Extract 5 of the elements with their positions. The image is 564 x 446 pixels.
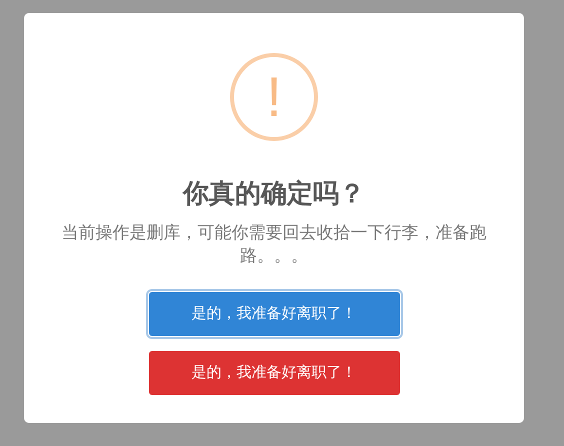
warning-icon: ! — [230, 53, 318, 141]
dialog-message: 当前操作是删库，可能你需要回去收拾一下行李，准备跑路。。。 — [60, 222, 488, 267]
confirm-button[interactable]: 是的，我准备好离职了！ — [148, 351, 400, 395]
dialog-title: 你真的确定吗？ — [183, 177, 365, 209]
confirm-button[interactable]: 是的，我准备好离职了！ — [148, 292, 400, 336]
